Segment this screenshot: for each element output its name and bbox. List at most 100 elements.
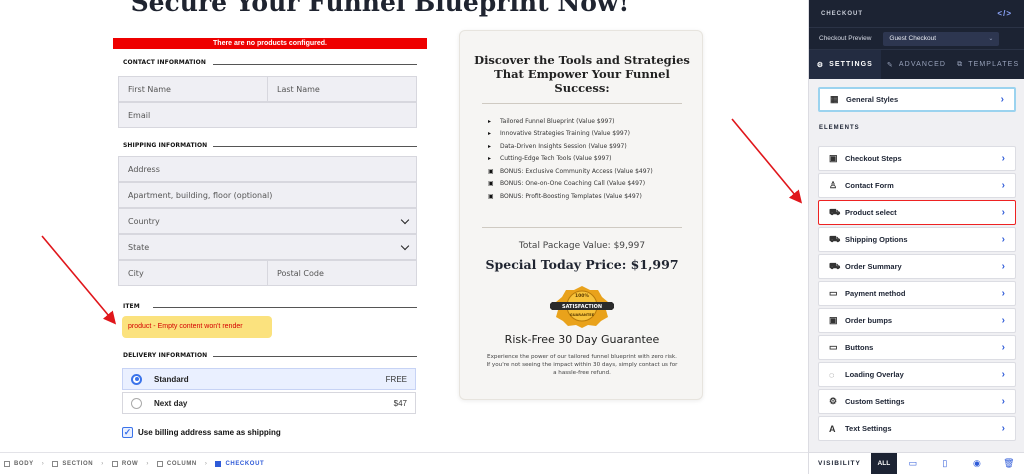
badge-sub-text: GUARANTEE bbox=[570, 313, 595, 317]
general-styles-button[interactable]: ▦ General Styles › bbox=[818, 87, 1016, 112]
wrench-icon: ✎ bbox=[886, 61, 894, 69]
cart-icon: ⛟ bbox=[829, 206, 841, 217]
sidebar-item-contact-form[interactable]: ♙ Contact Form › bbox=[818, 173, 1016, 198]
tab-settings[interactable]: ⚙ SETTINGS bbox=[809, 50, 881, 79]
list-item: ▸ Cutting-Edge Tech Tools (Value $997) bbox=[488, 153, 698, 166]
sidebar-item-text-settings[interactable]: A Text Settings › bbox=[818, 416, 1016, 441]
gift-icon: ▣ bbox=[488, 192, 494, 200]
mobile-icon[interactable]: ▯ bbox=[929, 458, 961, 469]
cart-icon bbox=[215, 460, 222, 467]
country-select[interactable]: Country bbox=[118, 208, 417, 234]
delivery-option-label: Standard bbox=[154, 374, 189, 384]
row-icon bbox=[111, 460, 118, 467]
chevron-right-icon: › bbox=[1001, 261, 1005, 272]
chevron-right-icon: › bbox=[146, 460, 149, 467]
page-canvas: Secure Your Funnel Blueprint Now! There … bbox=[0, 0, 808, 452]
last-name-field[interactable]: Last Name bbox=[267, 77, 416, 101]
address-field[interactable]: Address bbox=[118, 156, 417, 182]
chevron-down-icon bbox=[400, 241, 410, 251]
delivery-option-standard[interactable]: Standard FREE bbox=[122, 368, 416, 390]
sidebar-item-label: Product select bbox=[845, 208, 897, 217]
sidebar-item-shipping-options[interactable]: ⛟ Shipping Options › bbox=[818, 227, 1016, 252]
badge-top-text: 100% bbox=[575, 293, 589, 299]
tab-label: SETTINGS bbox=[829, 61, 873, 68]
name-row: First Name Last Name bbox=[118, 76, 417, 102]
breadcrumb-label: CHECKOUT bbox=[225, 460, 265, 467]
billing-same-label: Use billing address same as shipping bbox=[138, 428, 281, 437]
visibility-label: VISIBILITY bbox=[818, 460, 861, 467]
chevron-right-icon: › bbox=[1001, 180, 1005, 191]
trash-icon[interactable]: 🗑 bbox=[993, 458, 1024, 469]
eye-icon[interactable]: ◉ bbox=[961, 458, 993, 469]
credit-card-icon: ▭ bbox=[829, 288, 838, 298]
guarantee-title: Risk-Free 30 Day Guarantee bbox=[504, 333, 660, 346]
tab-advanced[interactable]: ✎ ADVANCED bbox=[881, 50, 953, 79]
breadcrumb-section[interactable]: SECTION bbox=[52, 460, 93, 467]
order-bumps-icon: ▣ bbox=[829, 315, 838, 325]
sidebar-item-custom-settings[interactable]: ⚙ Custom Settings › bbox=[818, 389, 1016, 414]
divider bbox=[482, 103, 682, 104]
section-icon bbox=[52, 460, 59, 467]
item-section-label: ITEM bbox=[123, 303, 140, 310]
sidebar-item-label: General Styles bbox=[846, 95, 899, 104]
postal-code-field[interactable]: Postal Code bbox=[267, 261, 416, 285]
sidebar-item-label: Payment method bbox=[845, 289, 906, 298]
sidebar-item-checkout-steps[interactable]: ▣ Checkout Steps › bbox=[818, 146, 1016, 171]
billing-same-checkbox[interactable]: ✓ Use billing address same as shipping bbox=[122, 427, 281, 438]
apartment-field[interactable]: Apartment, building, floor (optional) bbox=[118, 182, 417, 208]
delivery-option-price: $47 bbox=[393, 398, 407, 408]
sidebar-item-label: Text Settings bbox=[845, 424, 892, 433]
offer-title: Discover the Tools and Strategies That E… bbox=[474, 53, 690, 95]
chevron-right-icon: › bbox=[1001, 396, 1005, 407]
city-row: City Postal Code bbox=[118, 260, 417, 286]
list-item: ▸ Tailored Funnel Blueprint (Value $997) bbox=[488, 115, 698, 128]
sidebar-header: CHECKOUT </> bbox=[809, 0, 1024, 27]
first-name-field[interactable]: First Name bbox=[119, 77, 267, 101]
delivery-option-next-day[interactable]: Next day $47 bbox=[122, 392, 416, 414]
email-field[interactable]: Email bbox=[118, 102, 417, 128]
breadcrumb-checkout[interactable]: CHECKOUT bbox=[215, 460, 265, 467]
chevron-right-icon: › bbox=[1001, 315, 1005, 326]
page-heading: Secure Your Funnel Blueprint Now! bbox=[130, 0, 630, 17]
sidebar-item-payment-method[interactable]: ▭ Payment method › bbox=[818, 281, 1016, 306]
checkout-preview-select[interactable]: Guest Checkout ⌄ bbox=[883, 31, 1000, 46]
breadcrumb-body[interactable]: BODY bbox=[4, 460, 34, 467]
sidebar-tabs: ⚙ SETTINGS ✎ ADVANCED ⧉ TEMPLATES bbox=[809, 49, 1024, 79]
sidebar-item-label: Shipping Options bbox=[845, 235, 908, 244]
list-item: ▣ BONUS: Exclusive Community Access (Valu… bbox=[488, 165, 698, 178]
sidebar-item-order-bumps[interactable]: ▣ Order bumps › bbox=[818, 308, 1016, 333]
tab-templates[interactable]: ⧉ TEMPLATES bbox=[952, 50, 1024, 79]
user-icon: ♙ bbox=[829, 180, 838, 190]
chevron-right-icon: › bbox=[1001, 207, 1005, 218]
sidebar-item-loading-overlay[interactable]: ◌ Loading Overlay › bbox=[818, 362, 1016, 387]
list-item: ▸ Data-Driven Insights Session (Value $99… bbox=[488, 140, 698, 153]
code-icon[interactable]: </> bbox=[997, 9, 1012, 18]
sidebar-item-product-select[interactable]: ⛟ Product select › bbox=[818, 200, 1016, 225]
visibility-all-button[interactable]: ALL bbox=[870, 452, 897, 474]
gift-icon: ▣ bbox=[488, 167, 494, 175]
total-value: Total Package Value: $9,997 bbox=[518, 241, 646, 251]
city-field[interactable]: City bbox=[119, 261, 267, 285]
desktop-icon[interactable]: ▭ bbox=[897, 458, 929, 469]
delivery-option-label: Next day bbox=[154, 398, 188, 408]
tab-label: ADVANCED bbox=[898, 61, 947, 68]
list-item: ▣ BONUS: Profit-Boosting Templates (Value… bbox=[488, 190, 698, 203]
state-select-label: State bbox=[128, 242, 150, 252]
badge-main-text: SATISFACTION bbox=[562, 304, 602, 310]
templates-icon: ⧉ bbox=[957, 60, 964, 68]
gear-icon: ⚙ bbox=[829, 396, 838, 406]
sidebar-item-buttons[interactable]: ▭ Buttons › bbox=[818, 335, 1016, 360]
radio-icon bbox=[131, 397, 142, 409]
spinner-icon: ◌ bbox=[829, 369, 835, 380]
sidebar-item-order-summary[interactable]: ⛟ Order Summary › bbox=[818, 254, 1016, 279]
item-empty-warning: product - Empty content won't render bbox=[122, 316, 272, 338]
list-item-text: Innovative Strategies Training (Value $9… bbox=[500, 130, 630, 138]
sidebar-item-label: Custom Settings bbox=[845, 397, 905, 406]
preview-select-value: Guest Checkout bbox=[889, 35, 936, 42]
state-select[interactable]: State bbox=[118, 234, 417, 260]
list-item-text: Cutting-Edge Tech Tools (Value $997) bbox=[500, 155, 612, 163]
list-item: ▸ Innovative Strategies Training (Value $… bbox=[488, 128, 698, 141]
sidebar-item-label: Contact Form bbox=[845, 181, 894, 190]
breadcrumb-column[interactable]: COLUMN bbox=[156, 460, 197, 467]
breadcrumb-row[interactable]: ROW bbox=[111, 460, 138, 467]
